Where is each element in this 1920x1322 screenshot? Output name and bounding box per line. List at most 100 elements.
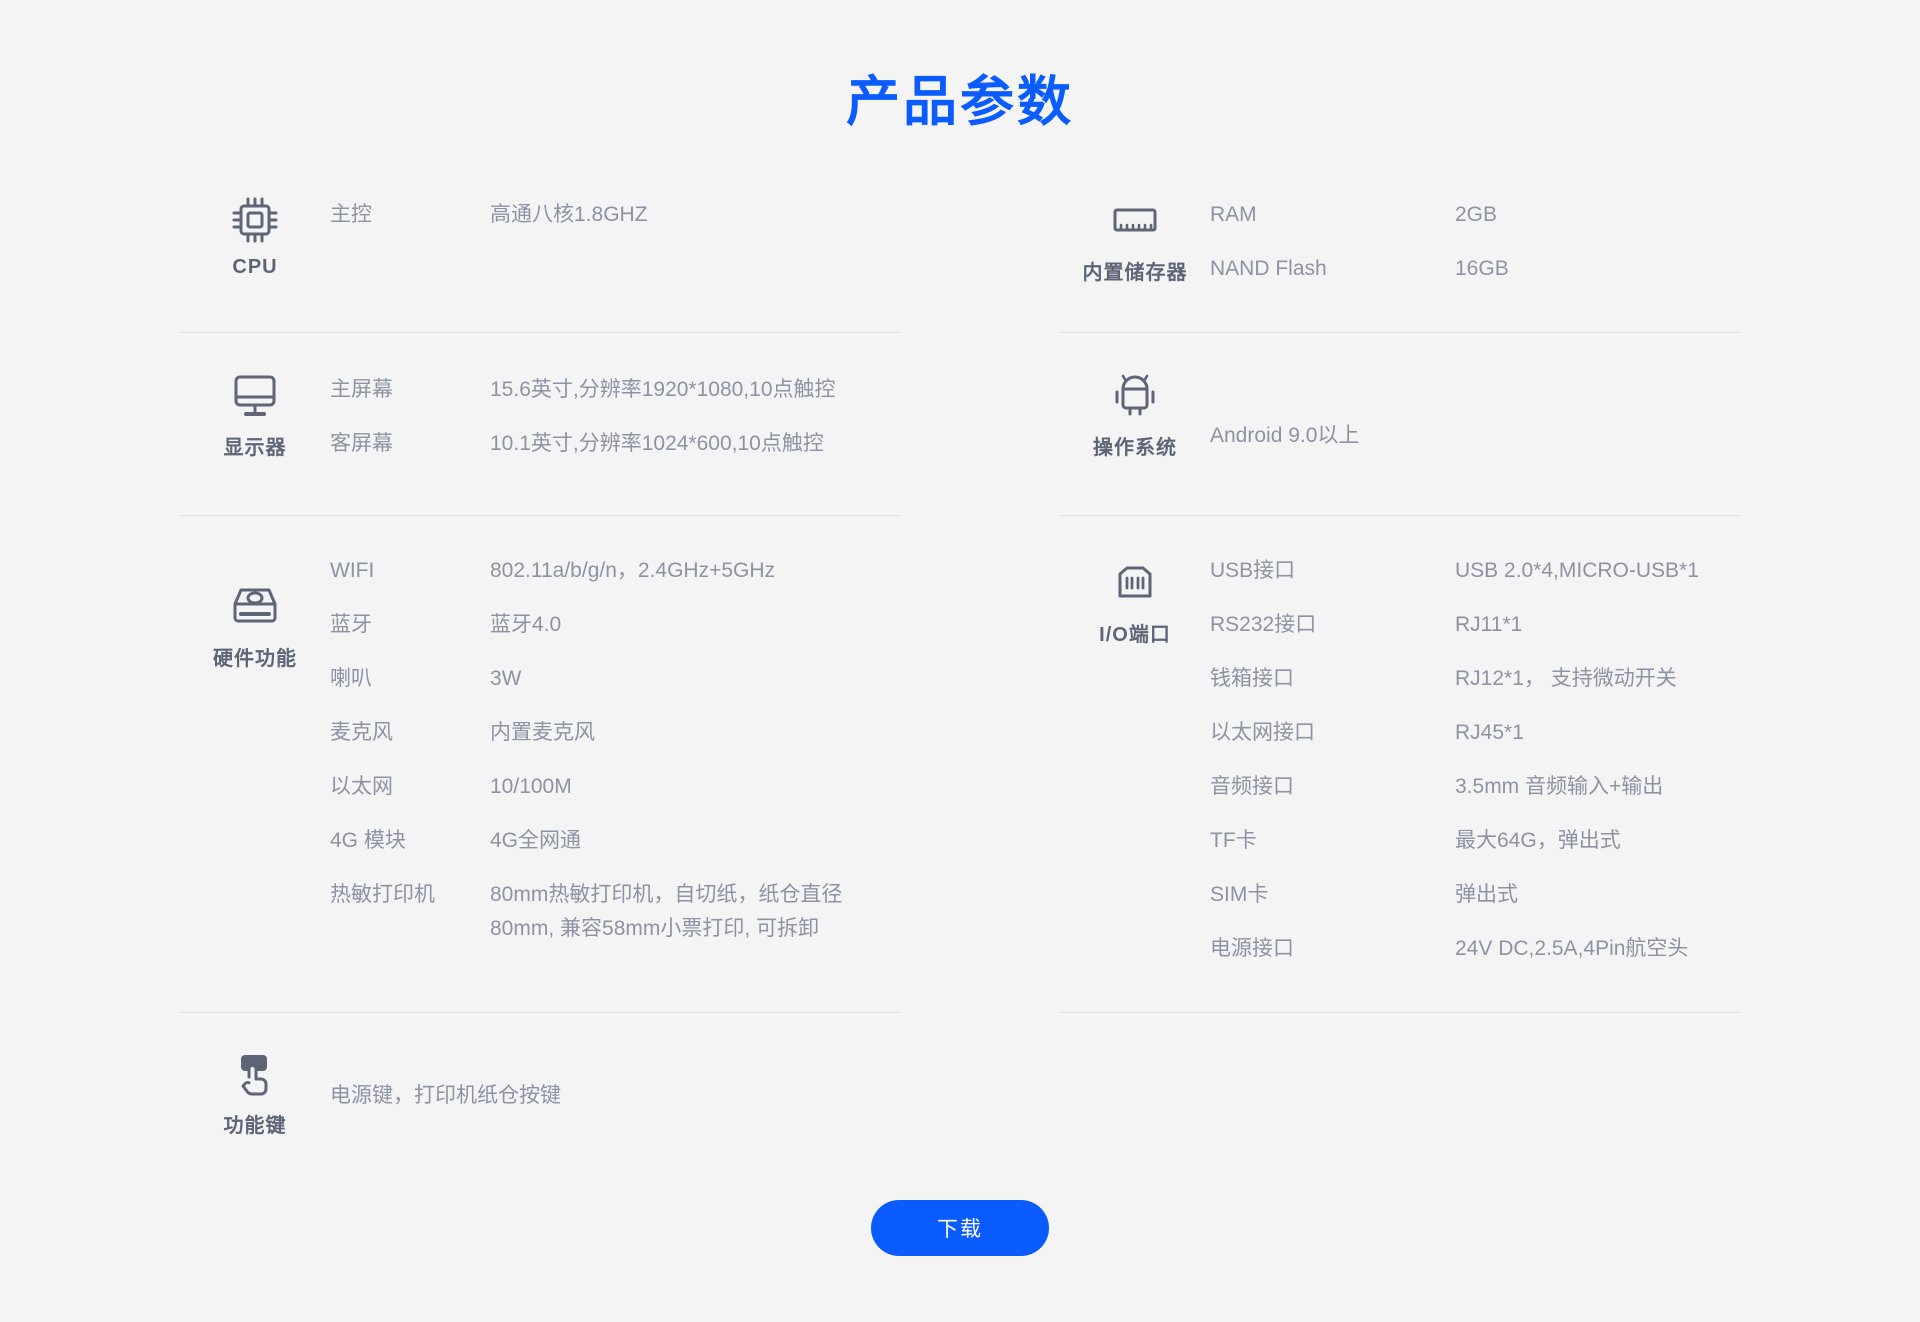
spec-section-os: 操作系统 Android 9.0以上 [960,361,1740,507]
spec-row: 客屏幕 10.1英寸,分辨率1024*600,10点触控 [330,427,920,481]
io-caption: I/O端口 [1099,624,1171,646]
spec-section-display: 显示器 主屏幕 15.6英寸,分辨率1920*1080,10点触控 客屏幕 10… [180,361,960,507]
spec-value: 16GB [1455,257,1509,280]
spec-row: 电源接口 24V DC,2.5A,4Pin航空头 [1210,932,1740,986]
spec-key: WIFI [330,559,375,582]
spec-key: 热敏打印机 [330,883,435,906]
spec-row: 主控 高通八核1.8GHZ [330,198,920,252]
spec-band-hardware-io: 硬件功能 WIFI 802.11a/b/g/n，2.4GHz+5GHz 蓝牙 蓝… [180,516,1740,1012]
spec-row: 蓝牙 蓝牙4.0 [330,608,920,662]
io-icon-block: I/O端口 [1060,542,1210,647]
hardware-caption: 硬件功能 [213,648,297,670]
spec-row: USB接口 USB 2.0*4,MICRO-USB*1 [1210,554,1740,608]
android-robot-icon [1115,374,1155,416]
spec-row: TF卡 最大64G，弹出式 [1210,824,1740,878]
product-spec-page: 产品参数 CPU 主控 高通八核1.8GHZ 内置储存器 RAM 2GB NAN… [0,0,1920,1322]
spec-key: 主屏幕 [330,378,393,401]
spec-key: USB接口 [1210,559,1296,582]
spec-row: 喇叭 3W [330,662,920,716]
spec-value: 10.1英寸,分辨率1024*600,10点触控 [490,432,824,455]
spec-section-empty [960,1039,1740,1164]
spec-value: 80mm热敏打印机，自切纸，纸仓直径80mm, 兼容58mm小票打印, 可拆卸 [490,883,843,940]
spec-row: WIFI 802.11a/b/g/n，2.4GHz+5GHz [330,554,920,608]
spec-value: 15.6英寸,分辨率1920*1080,10点触控 [490,378,836,401]
spec-band-cpu-storage: CPU 主控 高通八核1.8GHZ 内置储存器 RAM 2GB NAND Fla… [180,186,1740,332]
os-caption: 操作系统 [1093,437,1177,459]
spec-table: CPU 主控 高通八核1.8GHZ 内置储存器 RAM 2GB NAND Fla… [180,140,1740,1256]
spec-key: 音频接口 [1210,775,1294,798]
spec-key: 4G 模块 [330,829,406,852]
spec-value: 24V DC,2.5A,4Pin航空头 [1455,937,1689,960]
hand-press-button-icon [241,1055,268,1096]
spec-row: SIM卡 弹出式 [1210,878,1740,932]
spec-row: 以太网接口 RJ45*1 [1210,716,1740,770]
spec-value: 弹出式 [1455,883,1518,906]
cpu-icon-block: CPU [180,186,330,279]
hard-drive-icon [233,588,277,623]
spec-key: 喇叭 [330,667,372,690]
function-keys-caption: 功能键 [223,1115,287,1137]
spec-row: 麦克风 内置麦克风 [330,716,920,770]
spec-key: TF卡 [1210,829,1257,852]
spec-value: 最大64G，弹出式 [1455,829,1621,852]
divider-row [180,507,1740,516]
footer: 下载 [180,1164,1740,1256]
hardware-icon-block: 硬件功能 [180,542,330,671]
download-button[interactable]: 下载 [871,1200,1049,1256]
rj45-port-icon [1118,566,1152,598]
os-value: Android 9.0以上 [1210,424,1360,447]
spec-band-function-keys: 功能键 电源键，打印机纸仓按键 [180,1013,1740,1164]
spec-key: RS232接口 [1210,613,1317,636]
spec-value: 802.11a/b/g/n，2.4GHz+5GHz [490,559,776,582]
spec-key: 以太网 [330,775,393,798]
storage-icon-block: 内置储存器 [1060,186,1210,285]
page-title: 产品参数 [846,72,1074,132]
spec-row: 音频接口 3.5mm 音频输入+输出 [1210,770,1740,824]
spec-key: NAND Flash [1210,257,1327,280]
display-icon-block: 显示器 [180,361,330,460]
io-rows: USB接口 USB 2.0*4,MICRO-USB*1 RS232接口 RJ11… [1210,542,1740,986]
spec-key: 以太网接口 [1210,721,1315,744]
spec-key: 电源接口 [1210,937,1294,960]
storage-rows: RAM 2GB NAND Flash 16GB [1210,186,1740,306]
spec-key: SIM卡 [1210,883,1269,906]
spec-section-cpu: CPU 主控 高通八核1.8GHZ [180,186,960,332]
spec-value: 3W [490,667,522,690]
spec-section-hardware: 硬件功能 WIFI 802.11a/b/g/n，2.4GHz+5GHz 蓝牙 蓝… [180,542,960,1012]
spec-value: 2GB [1455,203,1498,226]
spec-row: 以太网 10/100M [330,770,920,824]
spec-row: 4G 模块 4G全网通 [330,824,920,878]
spec-value: 10/100M [490,775,572,798]
spec-value: USB 2.0*4,MICRO-USB*1 [1455,559,1699,582]
hardware-rows: WIFI 802.11a/b/g/n，2.4GHz+5GHz 蓝牙 蓝牙4.0 … [330,542,920,946]
spec-row: 主屏幕 15.6英寸,分辨率1920*1080,10点触控 [330,373,920,427]
spec-key: RAM [1210,203,1257,226]
spec-row: NAND Flash 16GB [1210,252,1740,306]
spec-row: RS232接口 RJ11*1 [1210,608,1740,662]
monitor-icon [234,375,276,416]
spec-value: 4G全网通 [490,829,582,852]
spec-key: 主控 [330,203,372,226]
spec-row: RAM 2GB [1210,198,1740,252]
display-rows: 主屏幕 15.6英寸,分辨率1920*1080,10点触控 客屏幕 10.1英寸… [330,361,920,481]
memory-module-icon [1113,208,1157,232]
spec-section-function-keys: 功能键 电源键，打印机纸仓按键 [180,1039,960,1164]
spec-key: 麦克风 [330,721,393,744]
spec-key: 钱箱接口 [1210,667,1294,690]
os-icon-block: 操作系统 [1060,361,1210,460]
spec-band-display-os: 显示器 主屏幕 15.6英寸,分辨率1920*1080,10点触控 客屏幕 10… [180,333,1740,507]
spec-row: 钱箱接口 RJ12*1， 支持微动开关 [1210,662,1740,716]
spec-value: 蓝牙4.0 [490,613,562,636]
spec-key: 蓝牙 [330,613,372,636]
spec-value: RJ11*1 [1455,613,1523,636]
spec-value: RJ12*1， 支持微动开关 [1455,667,1677,690]
cpu-chip-icon [232,197,278,243]
storage-caption: 内置储存器 [1082,262,1188,284]
spec-row: 热敏打印机 80mm热敏打印机，自切纸，纸仓直径80mm, 兼容58mm小票打印… [330,878,920,946]
function-keys-value: 电源键，打印机纸仓按键 [330,1084,561,1107]
spec-value: RJ45*1 [1455,721,1524,744]
display-caption: 显示器 [223,437,287,459]
cpu-rows: 主控 高通八核1.8GHZ [330,186,920,252]
spec-section-io: I/O端口 USB接口 USB 2.0*4,MICRO-USB*1 RS232接… [960,542,1740,1012]
spec-value: 3.5mm 音频输入+输出 [1455,775,1664,798]
